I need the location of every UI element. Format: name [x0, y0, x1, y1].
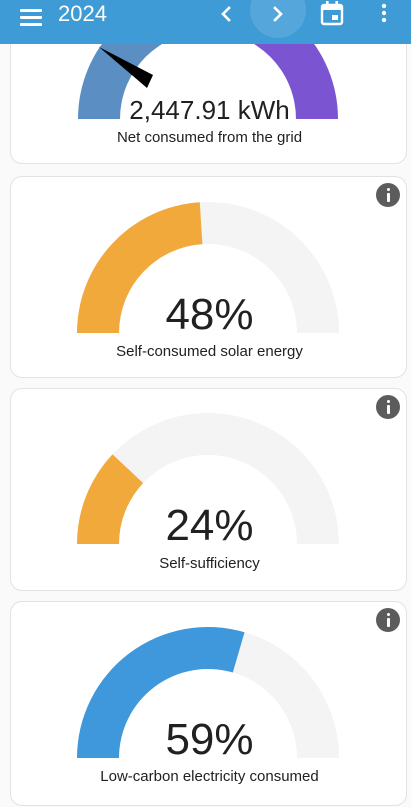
more-vert-icon	[381, 3, 387, 23]
grid-label: Net consumed from the grid	[116, 129, 303, 146]
self-consumed-solar-card: 48% Self-consumed solar energy	[10, 176, 407, 378]
chevron-right-icon	[273, 6, 283, 22]
low-carbon-card: 59% Low-carbon electricity consumed	[10, 601, 407, 806]
menu-icon[interactable]	[20, 6, 42, 28]
low-carbon-value: 59%	[165, 715, 254, 764]
solar-label: Self-consumed solar energy	[116, 343, 303, 360]
app-bar: 2024	[0, 0, 411, 44]
calendar-icon	[320, 1, 344, 26]
date-picker-button[interactable]	[319, 0, 345, 28]
previous-period-button[interactable]	[206, 0, 246, 32]
next-period-button[interactable]	[256, 0, 296, 32]
self-sufficiency-card: 24% Self-sufficiency	[10, 388, 407, 591]
sufficiency-value: 24%	[165, 501, 254, 550]
grid-value: 2,447.91 kWh	[129, 95, 290, 125]
more-options-button[interactable]	[376, 2, 392, 26]
sufficiency-label: Self-sufficiency	[159, 555, 260, 572]
solar-value: 48%	[165, 290, 254, 339]
page-title: 2024	[58, 1, 107, 26]
chevron-left-icon	[221, 6, 231, 22]
low-carbon-label: Low-carbon electricity consumed	[100, 768, 319, 785]
